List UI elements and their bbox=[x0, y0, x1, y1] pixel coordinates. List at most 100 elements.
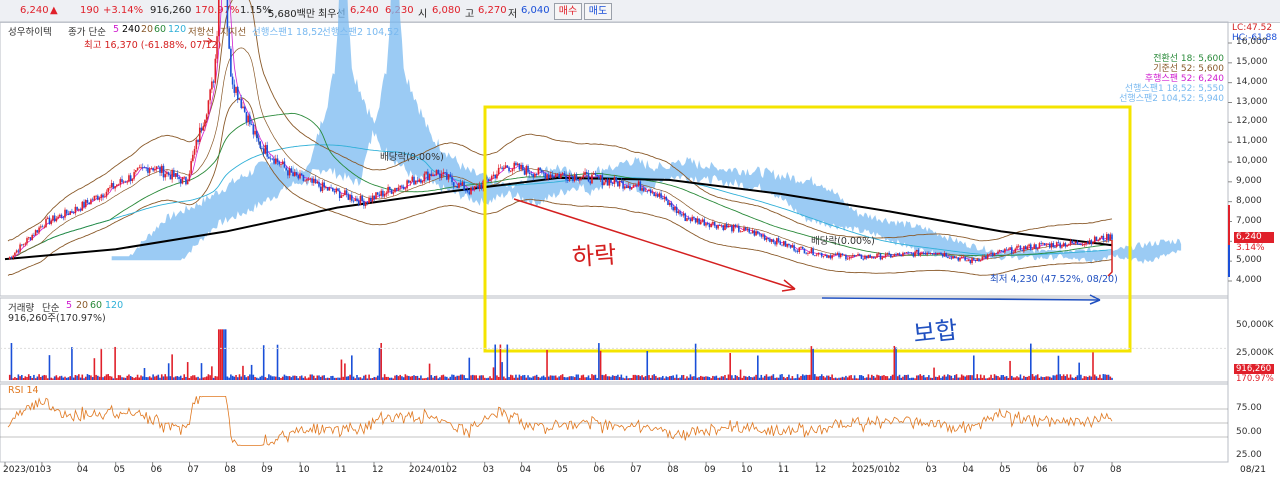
rsi-ytick-50: 50.00 bbox=[1236, 427, 1262, 437]
volume-bar bbox=[72, 377, 75, 380]
candle-body bbox=[879, 253, 882, 260]
x-tick-label: 2023/01 bbox=[3, 465, 41, 475]
volume-bar bbox=[720, 376, 723, 380]
volume-bar bbox=[591, 374, 593, 380]
volume-bar bbox=[888, 378, 890, 380]
volume-bar bbox=[615, 375, 617, 380]
candle-body bbox=[300, 173, 303, 176]
candle-body bbox=[964, 256, 966, 261]
volume-bar bbox=[105, 374, 108, 380]
candle-body bbox=[686, 218, 688, 222]
volume-bar bbox=[594, 374, 597, 380]
candle-body bbox=[746, 228, 749, 230]
volume-bar bbox=[497, 376, 500, 380]
volume-bar bbox=[1092, 352, 1094, 380]
candle-body bbox=[198, 127, 201, 143]
volume-bar bbox=[475, 375, 478, 380]
candle-body bbox=[803, 248, 806, 254]
volume-bar bbox=[563, 377, 566, 380]
volume-bar bbox=[397, 376, 400, 380]
volume-bar bbox=[995, 375, 998, 380]
volume-bar bbox=[648, 375, 650, 380]
candle-body bbox=[126, 181, 129, 183]
candle-body bbox=[204, 119, 206, 127]
candle-body bbox=[371, 195, 374, 202]
volume-bar bbox=[665, 376, 668, 380]
candle-body bbox=[432, 174, 434, 176]
candle-body bbox=[535, 173, 538, 175]
volume-bar bbox=[627, 378, 630, 380]
volume-bar bbox=[375, 377, 377, 380]
candle-body bbox=[953, 256, 956, 259]
volume-bar bbox=[261, 375, 263, 380]
volume-bar bbox=[45, 375, 47, 380]
candle-body bbox=[475, 185, 478, 187]
candle-body bbox=[428, 173, 431, 181]
candle-body bbox=[782, 241, 785, 246]
volume-bar bbox=[511, 375, 514, 380]
volume-bar bbox=[371, 378, 374, 380]
current-volume-pct-tag: 170.97% bbox=[1236, 374, 1274, 384]
candle-body bbox=[420, 179, 422, 183]
volume-bar bbox=[496, 375, 498, 380]
x-tick-label: 05 bbox=[999, 465, 1011, 475]
volume-bar bbox=[76, 375, 78, 380]
volume-bar bbox=[871, 374, 873, 380]
volume-bar bbox=[606, 376, 609, 380]
candle-body bbox=[90, 199, 92, 205]
volume-bar bbox=[499, 344, 502, 380]
candle-body bbox=[724, 224, 726, 231]
volume-bar bbox=[74, 375, 77, 380]
candle-body bbox=[909, 252, 911, 254]
volume-bar bbox=[71, 347, 73, 380]
volume-bar bbox=[584, 377, 586, 380]
volume-bar bbox=[881, 375, 884, 380]
volume-bar bbox=[738, 377, 740, 380]
volume-bar bbox=[831, 374, 833, 380]
candle-body bbox=[344, 190, 346, 195]
volume-bar bbox=[356, 375, 358, 380]
candle-body bbox=[801, 246, 804, 249]
volume-bar bbox=[160, 374, 163, 380]
x-tick-label: 06 bbox=[1036, 465, 1048, 475]
candle-body bbox=[744, 227, 747, 230]
candle-body bbox=[97, 195, 99, 200]
volume-bar bbox=[706, 376, 709, 380]
volume-bar bbox=[955, 374, 958, 380]
volume-bar bbox=[872, 376, 875, 380]
x-tick-label: 10 bbox=[298, 465, 310, 475]
candle-body bbox=[546, 174, 548, 180]
range-bar-down bbox=[1228, 245, 1230, 277]
candle-body bbox=[67, 213, 70, 215]
volume-bar bbox=[62, 377, 65, 380]
volume-bar bbox=[84, 376, 87, 380]
volume-bar bbox=[274, 376, 277, 380]
volume-bar bbox=[820, 374, 823, 380]
candle-body bbox=[48, 217, 51, 225]
x-tick-label: 08 bbox=[1110, 465, 1122, 475]
candle-body bbox=[719, 225, 721, 226]
volume-bar bbox=[252, 374, 255, 380]
candle-body bbox=[584, 172, 586, 175]
volume-bar bbox=[637, 375, 640, 380]
volume-bar bbox=[998, 377, 1001, 380]
candle-body bbox=[886, 252, 889, 254]
volume-bar bbox=[79, 377, 82, 380]
candle-body bbox=[121, 179, 123, 183]
chart-canvas bbox=[0, 0, 1232, 466]
candle-body bbox=[181, 177, 184, 184]
volume-bar bbox=[549, 375, 552, 380]
volume-bar bbox=[128, 374, 130, 380]
candle-body bbox=[29, 237, 32, 240]
volume-bar bbox=[1019, 374, 1022, 380]
candle-body bbox=[743, 227, 745, 232]
volume-bar bbox=[1033, 376, 1036, 380]
volume-bar bbox=[748, 375, 750, 380]
candle-body bbox=[511, 168, 514, 172]
candle-body bbox=[1064, 243, 1067, 247]
volume-bar bbox=[451, 374, 453, 380]
candle-body bbox=[230, 48, 232, 77]
candle-body bbox=[826, 254, 828, 258]
candle-body bbox=[708, 224, 711, 228]
volume-bar bbox=[135, 377, 137, 380]
